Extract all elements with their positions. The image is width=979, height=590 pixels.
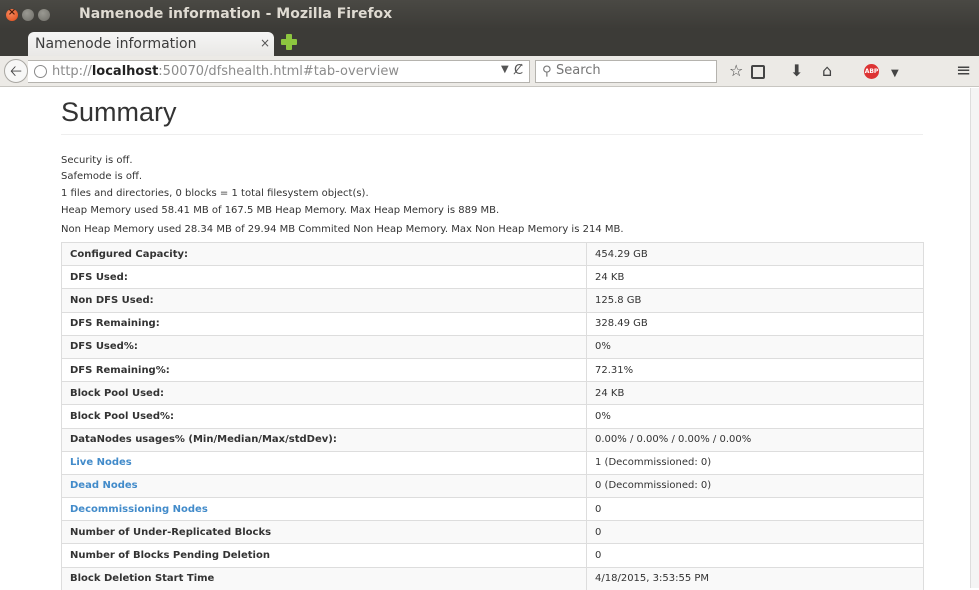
table-row: Decommissioning Nodes 0: [61, 497, 924, 521]
row-value: 0: [586, 497, 924, 521]
row-value: 0%: [586, 404, 924, 428]
search-input[interactable]: [556, 63, 706, 78]
tab-strip: Namenode information ×: [0, 29, 979, 56]
table-row: Dead Nodes 0 (Decommissioned: 0): [61, 473, 924, 498]
row-value: 0: [586, 543, 924, 568]
row-value: 454.29 GB: [586, 241, 924, 266]
non-heap-memory: Non Heap Memory used 28.34 MB of 29.94 M…: [61, 224, 624, 235]
page-content: Summary Security is off. Safemode is off…: [0, 88, 979, 590]
row-value: 328.49 GB: [586, 311, 924, 336]
row-value: 4/18/2015, 3:53:55 PM: [586, 566, 924, 590]
page-title: Summary: [61, 97, 177, 127]
menu-icon[interactable]: ≡: [956, 61, 971, 81]
table-row: Block Deletion Start Time 4/18/2015, 3:53…: [61, 566, 924, 590]
title-divider: [61, 134, 923, 135]
row-label: DFS Remaining%:: [61, 357, 587, 382]
dead-nodes-link[interactable]: Dead Nodes: [61, 473, 587, 498]
search-bar[interactable]: ⚲: [535, 60, 717, 83]
row-value: 72.31%: [586, 357, 924, 382]
row-label: Block Pool Used:: [61, 381, 587, 405]
row-label: DataNodes usages% (Min/Median/Max/stdDev…: [61, 427, 587, 452]
table-row: Number of Blocks Pending Deletion 0: [61, 543, 924, 568]
row-value: 0 (Decommissioned: 0): [586, 473, 924, 498]
table-row: Number of Under-Replicated Blocks 0: [61, 520, 924, 544]
table-row: DFS Used%: 0%: [61, 334, 924, 359]
row-label: DFS Remaining:: [61, 311, 587, 336]
row-label: Non DFS Used:: [61, 288, 587, 313]
row-label: Block Pool Used%:: [61, 404, 587, 428]
safemode-status: Safemode is off.: [61, 171, 143, 182]
tab-close-icon[interactable]: ×: [260, 36, 270, 50]
window-title: Namenode information - Mozilla Firefox: [79, 6, 393, 22]
heap-memory: Heap Memory used 58.41 MB of 167.5 MB He…: [61, 205, 500, 216]
filesystem-objects: 1 files and directories, 0 blocks = 1 to…: [61, 188, 369, 199]
table-row: Non DFS Used: 125.8 GB: [61, 288, 924, 313]
row-label: Block Deletion Start Time: [61, 566, 587, 590]
row-label: DFS Used:: [61, 265, 587, 289]
table-row: Live Nodes 1 (Decommissioned: 0): [61, 450, 924, 475]
table-row: DataNodes usages% (Min/Median/Max/stdDev…: [61, 427, 924, 452]
row-value: 24 KB: [586, 265, 924, 289]
new-tab-plus-icon[interactable]: [279, 32, 299, 52]
row-value: 0%: [586, 334, 924, 359]
table-row: Block Pool Used%: 0%: [61, 404, 924, 428]
summary-table: Configured Capacity: 454.29 GB DFS Used: 2…: [61, 241, 924, 590]
url-text[interactable]: http://localhost:50070/dfshealth.html#ta…: [52, 64, 399, 79]
row-label: Configured Capacity:: [61, 241, 587, 266]
reading-list-icon[interactable]: [751, 65, 765, 79]
url-dropdown-icon[interactable]: ▼: [501, 64, 509, 75]
back-arrow-icon[interactable]: 🡠: [4, 59, 28, 83]
live-nodes-link[interactable]: Live Nodes: [61, 450, 587, 475]
row-value: 0.00% / 0.00% / 0.00% / 0.00%: [586, 427, 924, 452]
title-bar: × Namenode information - Mozilla Firefox: [0, 0, 979, 29]
security-status: Security is off.: [61, 155, 133, 166]
table-row: Block Pool Used: 24 KB: [61, 381, 924, 405]
globe-icon: [34, 65, 47, 78]
vertical-scrollbar[interactable]: [970, 88, 979, 588]
table-row: DFS Remaining: 328.49 GB: [61, 311, 924, 336]
window-close-button[interactable]: ×: [6, 7, 18, 21]
row-value: 125.8 GB: [586, 288, 924, 313]
tab-label: Namenode information: [35, 36, 197, 52]
table-row: DFS Used: 24 KB: [61, 265, 924, 289]
close-icon: ×: [7, 7, 17, 18]
url-bar[interactable]: http://localhost:50070/dfshealth.html#ta…: [28, 60, 530, 83]
adblock-icon[interactable]: ABP: [864, 64, 879, 79]
search-icon: ⚲: [542, 64, 552, 79]
url-host: localhost: [91, 64, 159, 79]
adblock-dropdown-icon[interactable]: ▼: [891, 64, 899, 84]
row-label: Number of Blocks Pending Deletion: [61, 543, 587, 568]
table-row: Configured Capacity: 454.29 GB: [61, 241, 924, 266]
reload-icon[interactable]: C̸: [514, 63, 523, 78]
window-minimize-button[interactable]: [22, 9, 34, 21]
navigation-bar: 🡠 http://localhost:50070/dfshealth.html#…: [0, 56, 979, 87]
home-icon[interactable]: ⌂: [822, 61, 832, 81]
download-icon[interactable]: ⬇: [790, 61, 803, 81]
row-value: 1 (Decommissioned: 0): [586, 450, 924, 475]
row-value: 0: [586, 520, 924, 544]
table-row: DFS Remaining%: 72.31%: [61, 357, 924, 382]
row-label: DFS Used%:: [61, 334, 587, 359]
row-value: 24 KB: [586, 381, 924, 405]
decommissioning-nodes-link[interactable]: Decommissioning Nodes: [61, 497, 587, 521]
tab-namenode-information[interactable]: Namenode information ×: [28, 32, 274, 56]
row-label: Number of Under-Replicated Blocks: [61, 520, 587, 544]
star-icon[interactable]: ☆: [729, 61, 743, 81]
window-maximize-button[interactable]: [38, 9, 50, 21]
